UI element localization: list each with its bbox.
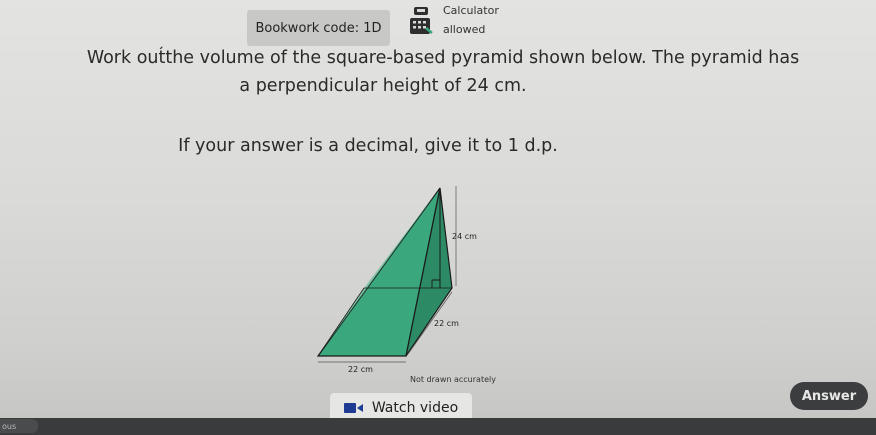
answer-label: Answer xyxy=(801,388,857,404)
answer-button[interactable]: Answer xyxy=(790,382,868,410)
watch-video-label: Watch video xyxy=(371,400,459,416)
not-drawn-accurately-note: Not drawn accurately xyxy=(410,375,496,384)
question-line-1: Work out́the volume of the square-based … xyxy=(86,48,800,68)
calculator-label: Calculator xyxy=(443,4,499,17)
question-line-2: a perpendicular height of 24 cm. xyxy=(239,76,527,96)
width-label: 22 cm xyxy=(348,365,373,374)
bookwork-code-badge: Bookwork code: 1D xyxy=(247,10,390,46)
depth-label: 22 cm xyxy=(434,319,459,328)
question-screen: Bookwork code: 1D Calculator allowed Wor… xyxy=(0,0,876,435)
bottom-bar xyxy=(0,418,876,435)
previous-button[interactable]: ous xyxy=(0,419,38,433)
rounding-instruction: If your answer is a decimal, give it to … xyxy=(178,136,558,156)
calculator-status: allowed xyxy=(443,23,486,36)
height-label: 24 cm xyxy=(452,232,477,241)
question-text: Work out́the volume of the square-based … xyxy=(0,44,876,100)
calculator-icon xyxy=(410,7,433,34)
pyramid-diagram: 24 cm 22 cm 22 cm xyxy=(316,186,477,374)
bookwork-code-text: Bookwork code: 1D xyxy=(255,20,382,36)
previous-label: ous xyxy=(2,421,17,431)
video-camera-icon xyxy=(343,403,363,413)
